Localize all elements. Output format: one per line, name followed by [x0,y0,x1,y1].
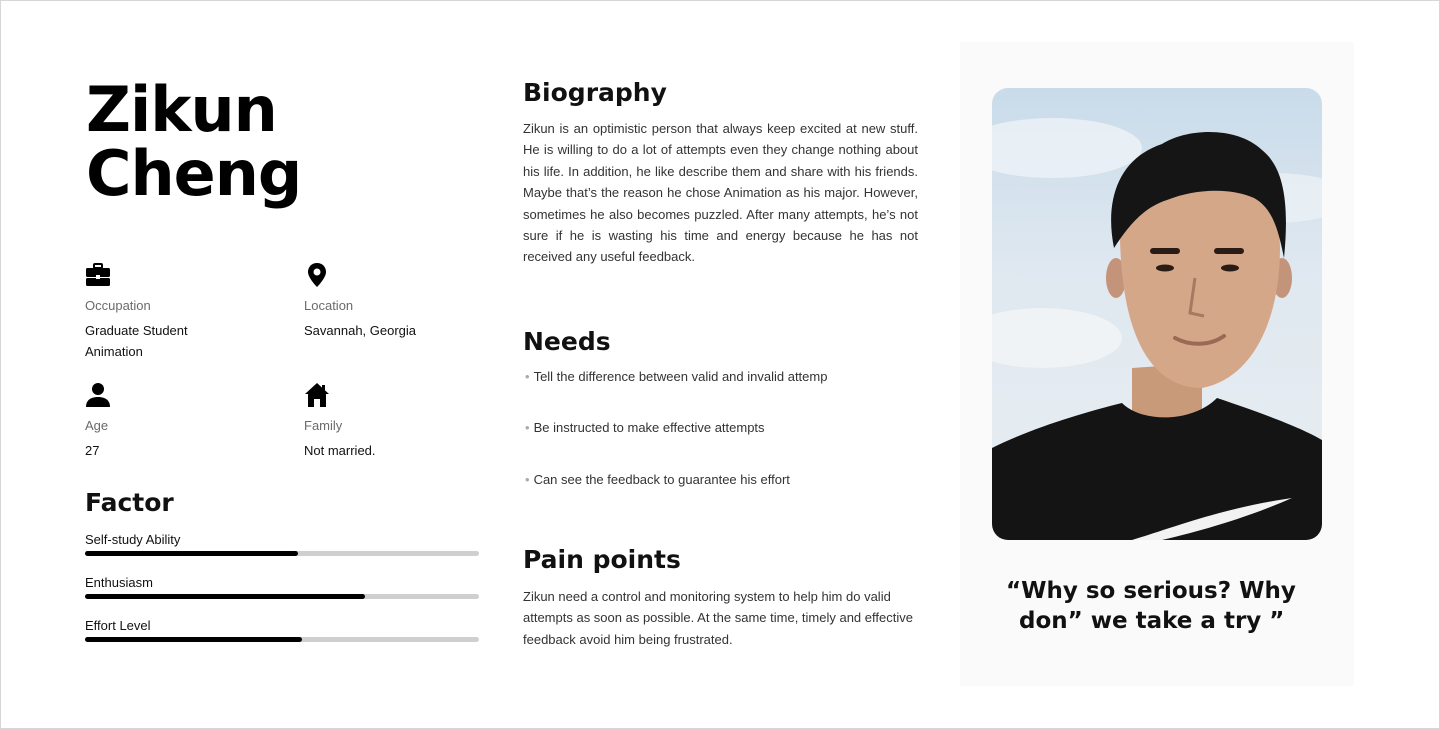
quote-line1: “Why so serious? Why [1006,578,1296,604]
location-pin-icon [308,263,326,287]
family-value: Not married. [304,443,376,458]
factor-item: Self-study Ability [85,532,479,556]
family-block: Family Not married. [304,382,504,461]
need-item: • Can see the feedback to guarantee his e… [525,472,790,487]
factor-bar-track [85,594,479,599]
factor-bar-fill [85,637,302,642]
quote-line2: don” we take a try ” [1019,608,1285,634]
factor-label: Self-study Ability [85,532,181,547]
factor-bar-track [85,637,479,642]
pain-points-text: Zikun need a control and monitoring syst… [523,589,913,647]
persona-quote: “Why so serious? Why don” we take a try … [1006,576,1326,636]
occupation-label: Occupation [85,298,151,313]
first-name: Zikun [86,73,278,146]
person-icon [86,383,110,407]
bullet-icon: • [525,369,530,384]
persona-photo [992,88,1322,540]
occupation-value-line2: Animation [85,344,143,359]
factor-item: Effort Level [85,618,479,642]
bullet-icon: • [525,472,530,487]
bullet-icon: • [525,420,530,435]
factor-bar-fill [85,594,365,599]
factor-label: Effort Level [85,618,151,633]
biography-title: Biography [523,78,667,107]
age-value: 27 [85,443,100,458]
age-label: Age [85,418,109,433]
need-text: Be instructed to make effective attempts [533,420,765,435]
factor-item: Enthusiasm [85,575,479,599]
location-value: Savannah, Georgia [304,323,417,338]
occupation-value: Graduate Student Animation [85,320,285,362]
pain-points-title: Pain points [523,545,681,574]
need-item: • Be instructed to make effective attempt… [525,420,765,435]
family-label: Family [304,418,343,433]
factor-title: Factor [85,488,174,517]
house-icon [305,383,329,407]
occupation-value-line1: Graduate Student [85,323,188,338]
factor-bar-track [85,551,479,556]
need-text: Can see the feedback to guarantee his ef… [533,472,790,487]
portrait-illustration [992,118,1322,540]
age-block: Age 27 [85,382,285,461]
location-block: Location Savannah, Georgia [304,262,504,341]
needs-title: Needs [523,327,611,356]
factor-bar-fill [85,551,298,556]
occupation-block: Occupation Graduate Student Animation [85,262,285,362]
need-text: Tell the difference between valid and in… [533,369,828,384]
persona-name: Zikun Cheng [86,73,302,210]
factor-label: Enthusiasm [85,575,153,590]
biography-text: Zikun is an optimistic person that alway… [523,121,918,265]
briefcase-icon [86,263,110,286]
last-name: Cheng [86,137,302,210]
location-label: Location [304,298,354,313]
need-item: • Tell the difference between valid and i… [525,369,827,384]
